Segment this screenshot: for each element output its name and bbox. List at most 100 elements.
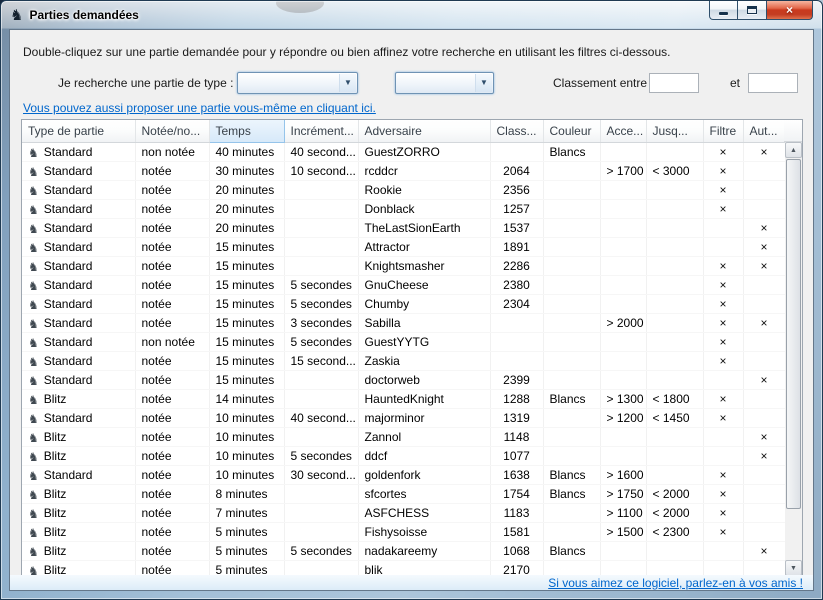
game-row[interactable]: ♞Blitznotée14 minutesHauntedKnight1288Bl… [22, 389, 785, 408]
game-type-label: Standard [44, 145, 93, 159]
game-row[interactable]: ♞Blitznotée7 minutesASFCHESS1183> 1100< … [22, 503, 785, 522]
chess-piece-icon: ♞ [28, 261, 39, 273]
cell-type: ♞Standard [22, 332, 135, 351]
cell-increment: 3 secondes [284, 313, 358, 332]
cell-adversary: majorminor [358, 408, 490, 427]
cell-color [543, 446, 600, 465]
game-row[interactable]: ♞Standardnotée20 minutesTheLastSionEarth… [22, 218, 785, 237]
cell-upto [646, 351, 703, 370]
chess-piece-icon: ♞ [28, 242, 39, 254]
cell-rating: 2356 [490, 180, 543, 199]
column-header[interactable]: Type de partie [22, 120, 135, 142]
cell-increment: 15 second... [284, 351, 358, 370]
game-row[interactable]: ♞Standardnotée15 minutes3 secondesSabill… [22, 313, 785, 332]
dialog-client-area: Double-cliquez sur une partie demandée p… [9, 29, 814, 591]
chess-piece-icon: ♞ [28, 508, 39, 520]
column-header[interactable]: Acce... [600, 120, 646, 142]
game-row[interactable]: ♞Standardnotée10 minutes30 second...gold… [22, 465, 785, 484]
game-subtype-combo[interactable]: ▼ [395, 72, 494, 94]
rating-max-input[interactable] [748, 73, 798, 93]
rating-filter-label: Classement entre [553, 76, 647, 90]
cell-time: 15 minutes [209, 332, 284, 351]
game-row[interactable]: ♞Standardnotée20 minutesDonblack1257× [22, 199, 785, 218]
titlebar[interactable]: ♞ Parties demandées × [1, 1, 822, 29]
cell-rated: notée [135, 199, 209, 218]
column-header[interactable]: Filtre [703, 120, 743, 142]
scroll-down-button[interactable]: ▼ [785, 560, 802, 576]
cell-time: 15 minutes [209, 313, 284, 332]
share-link[interactable]: Si vous aimez ce logiciel, parlez-en à v… [548, 576, 803, 590]
game-type-combo-arrow-zone[interactable]: ▼ [339, 74, 356, 92]
maximize-button[interactable] [738, 1, 766, 20]
cell-accepts: > 1500 [600, 522, 646, 541]
cell-filter: × [703, 161, 743, 180]
column-header[interactable]: Jusq... [646, 120, 703, 142]
cell-time: 40 minutes [209, 142, 284, 161]
rating-min-input[interactable] [649, 73, 699, 93]
cell-time: 14 minutes [209, 389, 284, 408]
game-row[interactable]: ♞Standardnotée10 minutes40 second...majo… [22, 408, 785, 427]
cell-upto [646, 541, 703, 560]
game-row[interactable]: ♞Blitznotée8 minutessfcortes1754Blancs> … [22, 484, 785, 503]
game-row[interactable]: ♞Blitznotée10 minutes5 secondesddcf1077× [22, 446, 785, 465]
game-row[interactable]: ♞Standardnotée15 minutesAttractor1891× [22, 237, 785, 256]
column-header[interactable]: Class... [490, 120, 543, 142]
cell-type: ♞Standard [22, 275, 135, 294]
cell-auto [743, 332, 785, 351]
game-type-label: Blitz [44, 449, 67, 463]
cell-accepts: > 1700 [600, 161, 646, 180]
game-row[interactable]: ♞Blitznotée10 minutesZannol1148× [22, 427, 785, 446]
cell-auto: × [743, 237, 785, 256]
cell-adversary: GuestYYTG [358, 332, 490, 351]
cell-adversary: Fishysoisse [358, 522, 490, 541]
cell-color [543, 370, 600, 389]
chess-piece-icon: ♞ [28, 185, 39, 197]
scroll-up-button[interactable]: ▲ [785, 142, 802, 158]
cell-adversary: GnuCheese [358, 275, 490, 294]
cell-rated: non notée [135, 142, 209, 161]
game-row[interactable]: ♞Standardnotée15 minutes15 second...Zask… [22, 351, 785, 370]
column-header[interactable]: Incrément... [284, 120, 358, 142]
cell-time: 15 minutes [209, 370, 284, 389]
column-header[interactable]: Couleur [543, 120, 600, 142]
game-row[interactable]: ♞Blitznotée5 minutesFishysoisse1581> 150… [22, 522, 785, 541]
game-row[interactable]: ♞Standardnotée15 minutes5 secondesGnuChe… [22, 275, 785, 294]
column-header[interactable]: Adversaire [358, 120, 490, 142]
cell-rated: notée [135, 370, 209, 389]
cell-accepts [600, 446, 646, 465]
game-type-label: Standard [44, 297, 93, 311]
cell-increment [284, 370, 358, 389]
column-header[interactable]: Notée/no... [135, 120, 209, 142]
cell-color [543, 351, 600, 370]
game-subtype-combo-arrow-zone[interactable]: ▼ [475, 74, 492, 92]
game-type-combo[interactable]: ▼ [237, 72, 358, 94]
vertical-scrollbar[interactable]: ▲ ▼ [785, 142, 802, 576]
game-row[interactable]: ♞Standardnotée20 minutesRookie2356× [22, 180, 785, 199]
cell-type: ♞Standard [22, 313, 135, 332]
cell-adversary: Zannol [358, 427, 490, 446]
game-row[interactable]: ♞Standardnotée15 minutes5 secondesChumby… [22, 294, 785, 313]
cell-rating: 1581 [490, 522, 543, 541]
game-row[interactable]: ♞Standardnotée15 minutesKnightsmasher228… [22, 256, 785, 275]
column-header[interactable]: Temps [209, 120, 284, 142]
cell-type: ♞Standard [22, 294, 135, 313]
game-row[interactable]: ♞Blitznotée5 minutes5 secondesnadakareem… [22, 541, 785, 560]
cell-adversary: goldenfork [358, 465, 490, 484]
game-row[interactable]: ♞Standardnon notée15 minutes5 secondesGu… [22, 332, 785, 351]
cell-rated: notée [135, 389, 209, 408]
game-row[interactable]: ♞Standardnotée15 minutesdoctorweb2399× [22, 370, 785, 389]
close-button[interactable]: × [766, 1, 813, 20]
scrollbar-thumb[interactable] [786, 159, 801, 509]
cell-color [543, 180, 600, 199]
game-row[interactable]: ♞Standardnon notée40 minutes40 second...… [22, 142, 785, 161]
cell-color: Blancs [543, 484, 600, 503]
game-row[interactable]: ♞Standardnotée30 minutes10 second...rcdd… [22, 161, 785, 180]
games-table-head-row: Type de partieNotée/no...TempsIncrément.… [22, 120, 785, 142]
propose-game-link[interactable]: Vous pouvez aussi proposer une partie vo… [23, 101, 376, 115]
column-header[interactable]: Aut... [743, 120, 785, 142]
cell-accepts [600, 256, 646, 275]
minimize-button[interactable] [709, 1, 738, 20]
cell-rated: non notée [135, 332, 209, 351]
cell-auto [743, 351, 785, 370]
cell-color [543, 503, 600, 522]
